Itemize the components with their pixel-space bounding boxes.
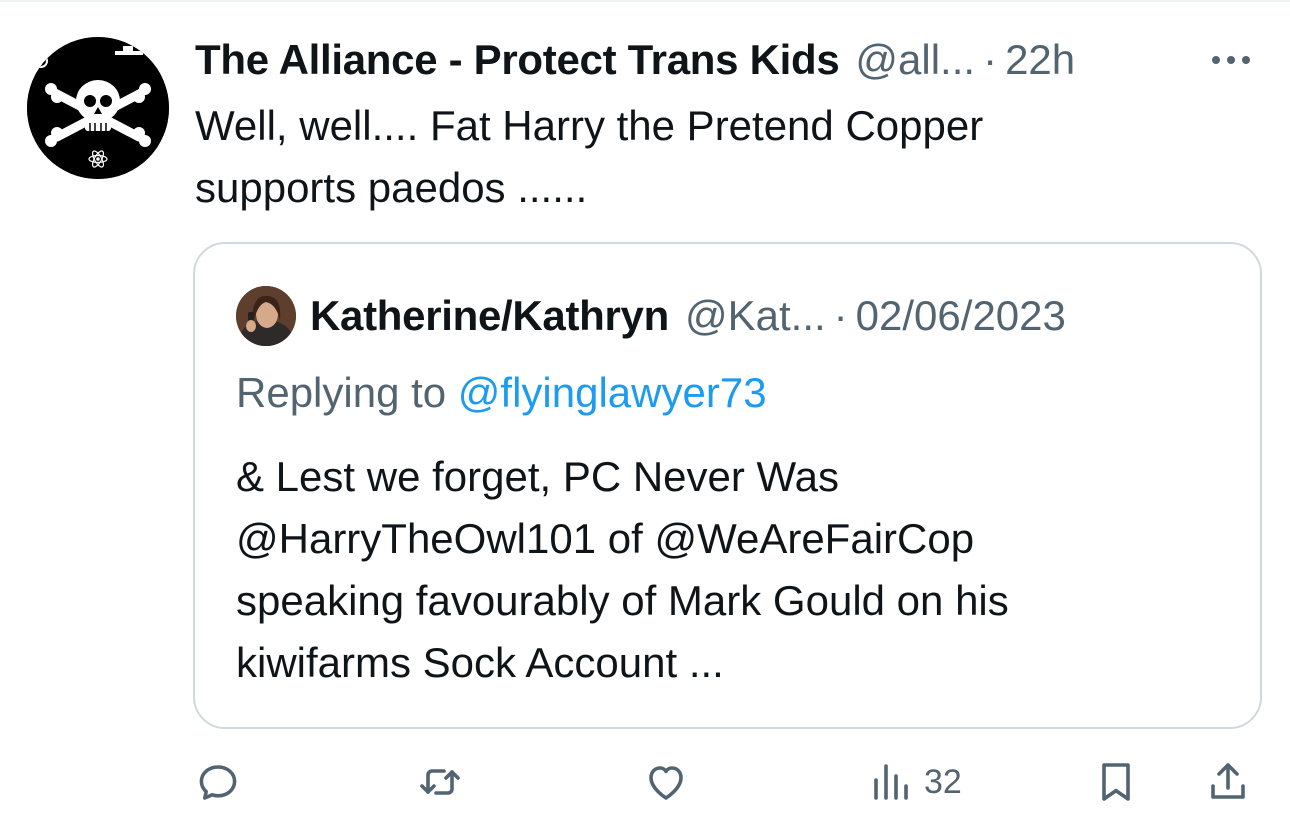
bookmark-icon	[1102, 763, 1130, 801]
separator-dot: ·	[983, 36, 998, 83]
quoted-text-line: & Lest we forget, PC Never Was	[236, 453, 839, 500]
views-icon	[874, 764, 908, 800]
separator-dot: ·	[833, 292, 848, 339]
quoted-text-line: @HarryTheOwl101 of @WeAreFairCop	[236, 515, 975, 562]
quoted-tweet-timestamp: 02/06/2023	[855, 292, 1066, 339]
quoted-text-line: speaking favourably of Mark Gould on his	[236, 577, 1009, 624]
more-options-icon[interactable]	[1202, 40, 1260, 80]
share-icon	[1211, 763, 1245, 799]
retweet-button[interactable]	[416, 750, 464, 814]
tweet-action-bar: 32	[190, 750, 1270, 814]
quoted-author-display-name[interactable]: Katherine/Kathryn	[310, 292, 669, 340]
replying-to-line: Replying to @flyinglawyer73	[236, 369, 767, 417]
tweet-text-line: supports paedos ......	[195, 164, 588, 211]
tweet-text-line: Well, well.... Fat Harry the Pretend Cop…	[195, 102, 984, 149]
views-button[interactable]: 32	[866, 750, 962, 814]
person-photo-icon	[236, 286, 296, 346]
share-button[interactable]	[1204, 750, 1252, 814]
reply-button[interactable]	[194, 750, 242, 814]
quoted-tweet-header: Katherine/Kathryn @Kat... · 02/06/2023	[236, 286, 1066, 346]
quoted-author-avatar[interactable]	[236, 286, 296, 346]
quoted-author-handle[interactable]: @Kat...	[685, 292, 826, 340]
tweet-text: Well, well.... Fat Harry the Pretend Cop…	[195, 95, 1255, 219]
jolly-roger-skull-icon	[27, 37, 169, 179]
retweet-icon	[420, 769, 460, 795]
bookmark-button[interactable]	[1092, 750, 1140, 814]
tweet[interactable]: The Alliance - Protect Trans Kids @all..…	[0, 0, 1290, 814]
author-handle[interactable]: @all...	[855, 36, 975, 84]
quoted-tweet-text: & Lest we forget, PC Never Was @HarryThe…	[236, 446, 1236, 694]
author-avatar[interactable]	[27, 37, 169, 179]
replying-to-mention-link[interactable]: @flyinglawyer73	[458, 369, 767, 416]
views-count: 32	[924, 762, 962, 801]
replying-to-label: Replying to	[236, 369, 447, 416]
tweet-header: The Alliance - Protect Trans Kids @all..…	[195, 34, 1270, 86]
reply-icon	[199, 765, 237, 800]
tweet-timestamp[interactable]: 22h	[1005, 36, 1075, 84]
quoted-tweet-card[interactable]: Katherine/Kathryn @Kat... · 02/06/2023 R…	[193, 242, 1262, 729]
quoted-text-line: kiwifarms Sock Account ...	[236, 639, 724, 686]
author-display-name[interactable]: The Alliance - Protect Trans Kids	[195, 36, 840, 84]
like-button[interactable]	[642, 750, 690, 814]
like-icon	[649, 766, 683, 800]
